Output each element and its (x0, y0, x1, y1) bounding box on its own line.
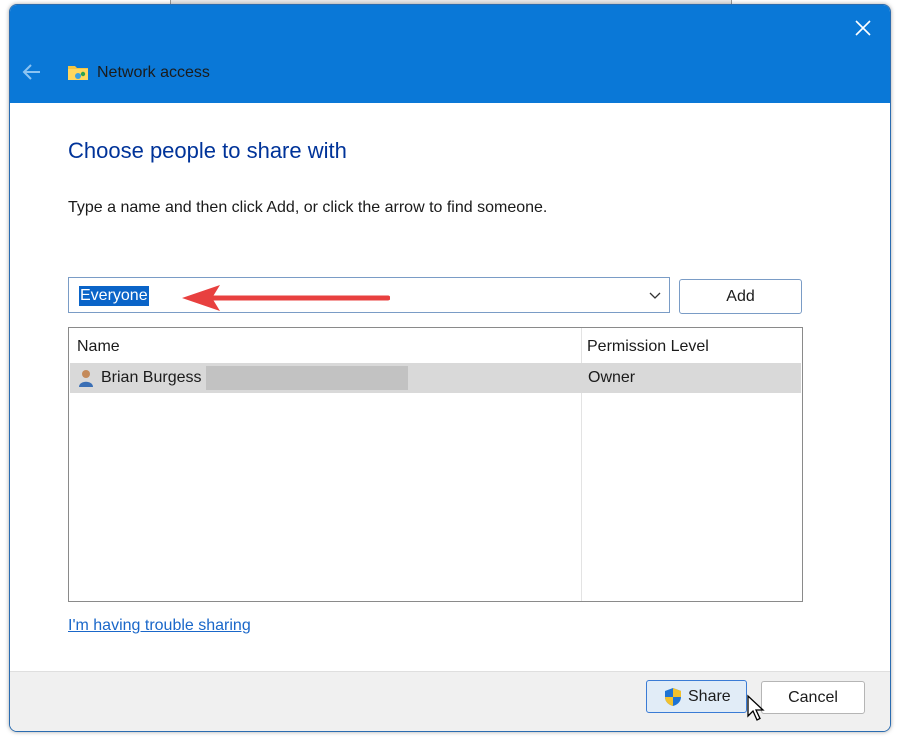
title-bar: Network access (10, 5, 890, 103)
list-header: Name Permission Level (69, 328, 802, 362)
red-arrow-annotation (182, 285, 390, 311)
share-label: Share (688, 688, 731, 705)
name-input[interactable]: Everyone (79, 286, 149, 306)
trouble-sharing-link[interactable]: I'm having trouble sharing (68, 617, 251, 635)
chevron-down-icon[interactable] (647, 287, 663, 303)
column-header-name[interactable]: Name (77, 338, 120, 356)
share-list: Name Permission Level Brian Burgess Owne… (68, 327, 803, 602)
instructions-text: Type a name and then click Add, or click… (68, 199, 548, 216)
close-button[interactable] (850, 15, 876, 41)
close-icon (855, 20, 871, 36)
shared-folder-icon (68, 66, 88, 80)
cancel-button[interactable]: Cancel (761, 681, 865, 714)
table-row[interactable]: Brian Burgess Owner (70, 363, 801, 393)
row-permission[interactable]: Owner (588, 369, 635, 387)
page-heading: Choose people to share with (68, 138, 347, 163)
window-title: Network access (97, 64, 210, 81)
row-name: Brian Burgess (101, 369, 202, 386)
column-header-permission[interactable]: Permission Level (587, 338, 709, 356)
mouse-cursor-icon (747, 694, 765, 721)
network-access-dialog: Network access Choose people to share wi… (9, 4, 891, 732)
uac-shield-icon (665, 688, 681, 706)
back-button[interactable] (21, 61, 43, 83)
add-button[interactable]: Add (679, 279, 802, 314)
redacted-email (206, 366, 408, 390)
share-button[interactable]: Share (646, 680, 747, 713)
back-arrow-icon (22, 64, 40, 80)
user-icon (79, 370, 93, 387)
